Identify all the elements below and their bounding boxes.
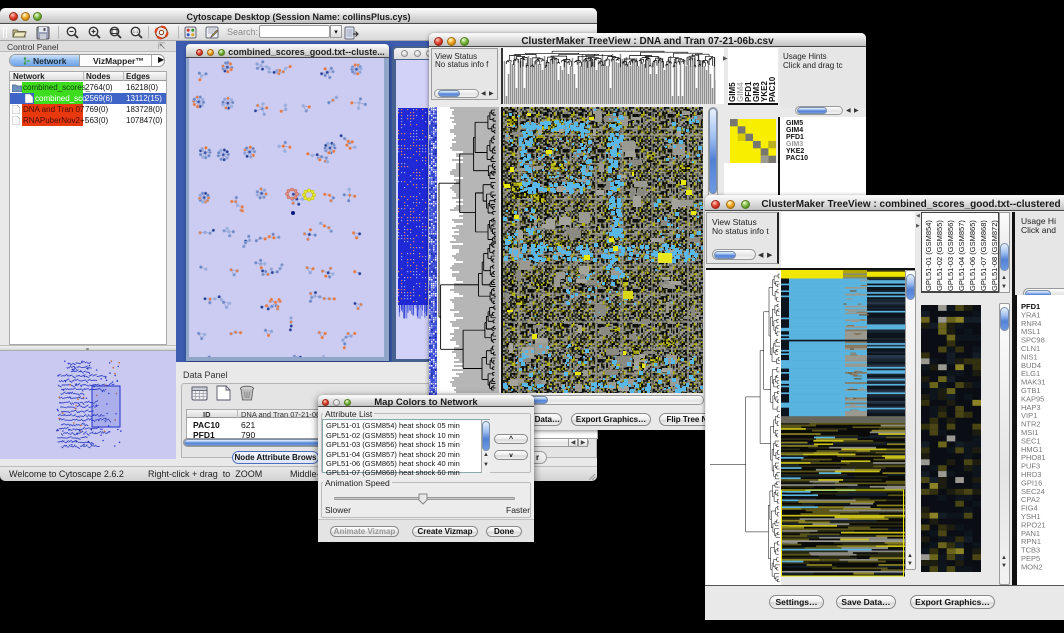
svg-text:GPL51-01 (GSM854): GPL51-01 (GSM854)	[924, 220, 933, 291]
svg-text:GPL51-02 (GSM855): GPL51-02 (GSM855)	[935, 220, 944, 291]
svg-text:GPL51-08 (GSM872): GPL51-08 (GSM872)	[990, 220, 999, 291]
svg-text:GPL51-06 (GSM865): GPL51-06 (GSM865)	[968, 220, 977, 291]
svg-text:GPL51-04 (GSM857): GPL51-04 (GSM857)	[957, 220, 966, 291]
svg-text:MON2: MON2	[1021, 562, 1043, 571]
svg-text:PAC10: PAC10	[768, 76, 777, 102]
svg-text:GPL51-03 (GSM856): GPL51-03 (GSM856)	[946, 220, 955, 291]
svg-text:GPL51-07 (GSM868): GPL51-07 (GSM868)	[979, 220, 988, 291]
svg-text:1:1: 1:1	[133, 29, 139, 34]
